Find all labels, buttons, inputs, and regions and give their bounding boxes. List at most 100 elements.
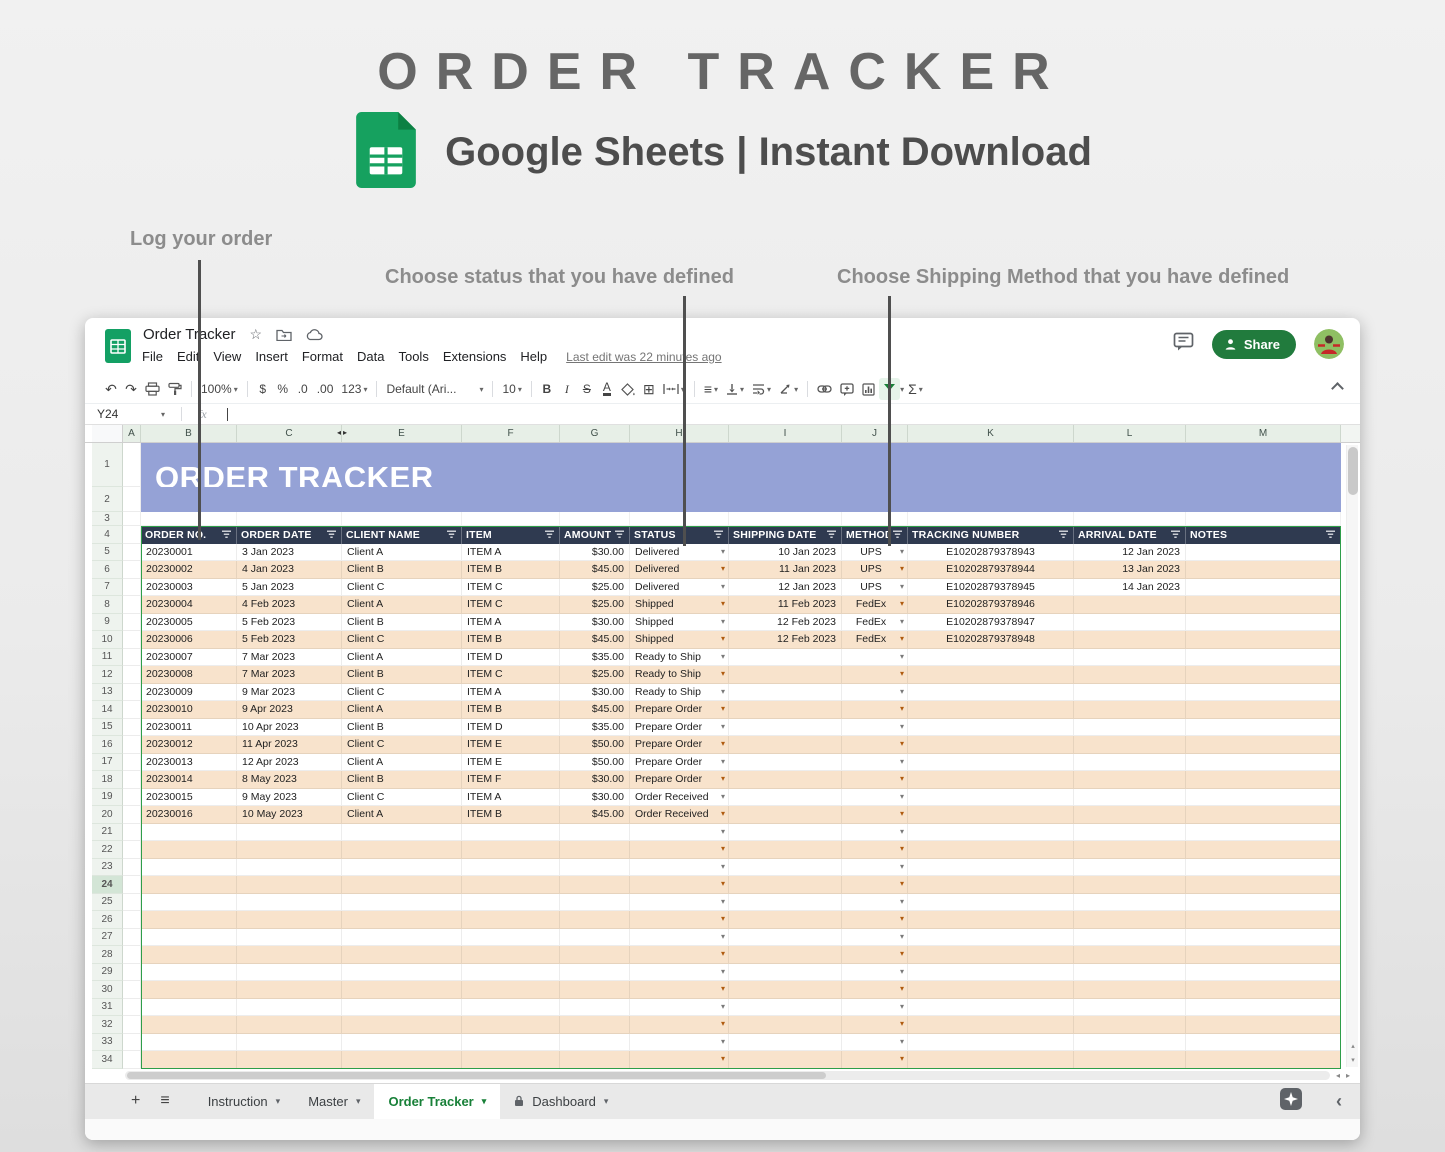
cell-H8[interactable]: Shipped▾ (630, 596, 729, 614)
cell-B34[interactable] (141, 1051, 237, 1069)
cell-E9[interactable]: Client B (342, 614, 462, 632)
cell-B33[interactable] (141, 1034, 237, 1052)
cell-B5[interactable]: 20230001 (141, 544, 237, 562)
status-dropdown-arrow[interactable]: ▾ (721, 723, 725, 731)
status-dropdown-arrow[interactable]: ▾ (721, 618, 725, 626)
column-header-M[interactable]: M (1186, 425, 1341, 442)
cell-H31[interactable]: ▾ (630, 999, 729, 1017)
cell-L32[interactable] (1074, 1016, 1186, 1034)
text-wrap-button[interactable]: ▾ (748, 378, 775, 400)
cell-I12[interactable] (729, 666, 842, 684)
cell-L17[interactable] (1074, 754, 1186, 772)
redo-icon[interactable]: ↷ (121, 378, 141, 400)
cell-B15[interactable]: 20230011 (141, 719, 237, 737)
cell-I18[interactable] (729, 771, 842, 789)
chevron-down-icon[interactable]: ▾ (356, 1096, 361, 1107)
cell-K6[interactable]: E10202879378944 (908, 561, 1074, 579)
tab-order-tracker[interactable]: Order Tracker▾ (374, 1084, 500, 1119)
cell-B32[interactable] (141, 1016, 237, 1034)
column-header-K[interactable]: K (908, 425, 1074, 442)
hidden-column-d-indicator[interactable]: ◂▸ (337, 428, 349, 437)
cell-M6[interactable] (1186, 561, 1341, 579)
row-header-9[interactable]: 9 (92, 614, 123, 632)
tab-master[interactable]: Master▾ (294, 1084, 374, 1119)
cell-J30[interactable]: ▾ (842, 981, 908, 999)
cell-G24[interactable] (560, 876, 630, 894)
row-header-31[interactable]: 31 (92, 999, 123, 1017)
cell-K19[interactable] (908, 789, 1074, 807)
cell-C31[interactable] (237, 999, 342, 1017)
cell-A3[interactable] (123, 512, 141, 526)
cell-G31[interactable] (560, 999, 630, 1017)
cell-E15[interactable]: Client B (342, 719, 462, 737)
cell-E21[interactable] (342, 824, 462, 842)
row-header-26[interactable]: 26 (92, 911, 123, 929)
method-dropdown-arrow[interactable]: ▾ (900, 985, 904, 993)
comment-history-icon[interactable] (1173, 332, 1194, 356)
method-dropdown-arrow[interactable]: ▾ (900, 583, 904, 591)
method-dropdown-arrow[interactable]: ▾ (900, 775, 904, 783)
cell-H17[interactable]: Prepare Order▾ (630, 754, 729, 772)
cell-G14[interactable]: $45.00 (560, 701, 630, 719)
row-header-17[interactable]: 17 (92, 754, 123, 772)
row-header-21[interactable]: 21 (92, 824, 123, 842)
cell-C23[interactable] (237, 859, 342, 877)
cell-F23[interactable] (462, 859, 560, 877)
cell-J17[interactable]: ▾ (842, 754, 908, 772)
cell-K33[interactable] (908, 1034, 1074, 1052)
cell-E25[interactable] (342, 894, 462, 912)
cell-F16[interactable]: ITEM E (462, 736, 560, 754)
cell-L7[interactable]: 14 Jan 2023 (1074, 579, 1186, 597)
cell-M16[interactable] (1186, 736, 1341, 754)
cell-J28[interactable]: ▾ (842, 946, 908, 964)
vertical-scrollbar[interactable]: ▴ ▾ (1346, 445, 1358, 1067)
cell-J14[interactable]: ▾ (842, 701, 908, 719)
cell-E12[interactable]: Client B (342, 666, 462, 684)
row-header-7[interactable]: 7 (92, 579, 123, 597)
cell-L28[interactable] (1074, 946, 1186, 964)
method-dropdown-arrow[interactable]: ▾ (900, 880, 904, 888)
cell-E34[interactable] (342, 1051, 462, 1069)
cell-B21[interactable] (141, 824, 237, 842)
cell-E23[interactable] (342, 859, 462, 877)
cell-B25[interactable] (141, 894, 237, 912)
column-header-I[interactable]: I (729, 425, 842, 442)
status-dropdown-arrow[interactable]: ▾ (721, 968, 725, 976)
cell-G11[interactable]: $35.00 (560, 649, 630, 667)
row-header-14[interactable]: 14 (92, 701, 123, 719)
chevron-down-icon[interactable]: ▾ (276, 1096, 281, 1107)
status-dropdown-arrow[interactable]: ▾ (721, 635, 725, 643)
cell-M17[interactable] (1186, 754, 1341, 772)
table-header-order-date[interactable]: ORDER DATE (237, 526, 342, 544)
cell-H11[interactable]: Ready to Ship▾ (630, 649, 729, 667)
cell-M23[interactable] (1186, 859, 1341, 877)
cell-I31[interactable] (729, 999, 842, 1017)
cell-G29[interactable] (560, 964, 630, 982)
status-dropdown-arrow[interactable]: ▾ (721, 845, 725, 853)
cell-H21[interactable]: ▾ (630, 824, 729, 842)
cell-B18[interactable]: 20230014 (141, 771, 237, 789)
cell-H15[interactable]: Prepare Order▾ (630, 719, 729, 737)
method-dropdown-arrow[interactable]: ▾ (900, 653, 904, 661)
cell-J29[interactable]: ▾ (842, 964, 908, 982)
cell-L26[interactable] (1074, 911, 1186, 929)
cell-H25[interactable]: ▾ (630, 894, 729, 912)
method-dropdown-arrow[interactable]: ▾ (900, 915, 904, 923)
method-dropdown-arrow[interactable]: ▾ (900, 670, 904, 678)
cell-G17[interactable]: $50.00 (560, 754, 630, 772)
cell-C32[interactable] (237, 1016, 342, 1034)
cell-B22[interactable] (141, 841, 237, 859)
cell-A30[interactable] (123, 981, 141, 999)
cell-F25[interactable] (462, 894, 560, 912)
cell-A20[interactable] (123, 806, 141, 824)
cell-K22[interactable] (908, 841, 1074, 859)
cell-A23[interactable] (123, 859, 141, 877)
cell-M11[interactable] (1186, 649, 1341, 667)
cell-I6[interactable]: 11 Jan 2023 (729, 561, 842, 579)
cell-M19[interactable] (1186, 789, 1341, 807)
cell-H26[interactable]: ▾ (630, 911, 729, 929)
cell-J25[interactable]: ▾ (842, 894, 908, 912)
method-dropdown-arrow[interactable]: ▾ (900, 810, 904, 818)
cell-L24[interactable] (1074, 876, 1186, 894)
cell-I29[interactable] (729, 964, 842, 982)
